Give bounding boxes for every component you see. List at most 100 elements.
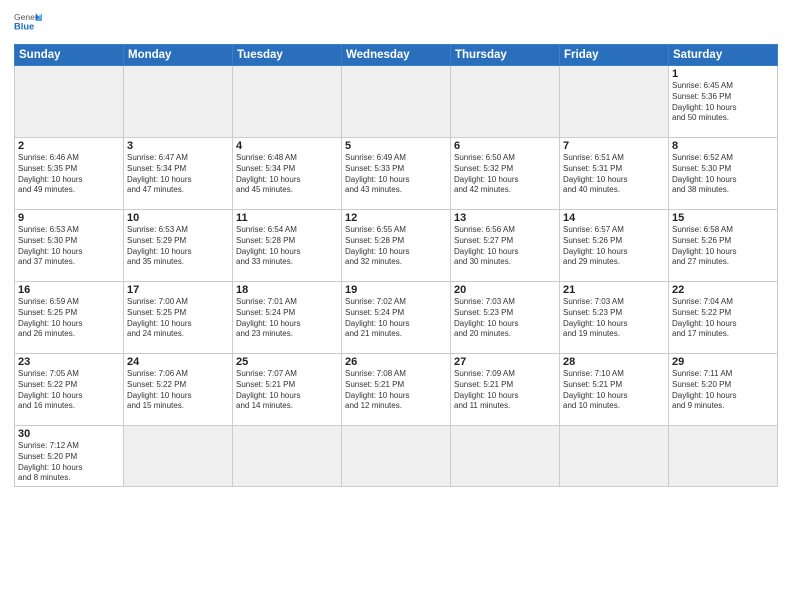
day-number: 15 [672,212,774,224]
calendar-day-cell [233,66,342,138]
calendar-week-row: 9Sunrise: 6:53 AMSunset: 5:30 PMDaylight… [15,210,778,282]
weekday-header-sunday: Sunday [15,45,124,66]
calendar-day-cell [669,426,778,487]
day-number: 6 [454,140,556,152]
day-info: Sunrise: 7:04 AMSunset: 5:22 PMDaylight:… [672,297,774,340]
calendar-week-row: 2Sunrise: 6:46 AMSunset: 5:35 PMDaylight… [15,138,778,210]
day-number: 2 [18,140,120,152]
day-number: 26 [345,356,447,368]
calendar-day-cell: 4Sunrise: 6:48 AMSunset: 5:34 PMDaylight… [233,138,342,210]
day-info: Sunrise: 6:50 AMSunset: 5:32 PMDaylight:… [454,153,556,196]
calendar-table: SundayMondayTuesdayWednesdayThursdayFrid… [14,44,778,487]
calendar-day-cell: 12Sunrise: 6:55 AMSunset: 5:28 PMDayligh… [342,210,451,282]
day-info: Sunrise: 6:51 AMSunset: 5:31 PMDaylight:… [563,153,665,196]
calendar-day-cell: 13Sunrise: 6:56 AMSunset: 5:27 PMDayligh… [451,210,560,282]
calendar-day-cell: 17Sunrise: 7:00 AMSunset: 5:25 PMDayligh… [124,282,233,354]
day-number: 12 [345,212,447,224]
calendar-day-cell: 20Sunrise: 7:03 AMSunset: 5:23 PMDayligh… [451,282,560,354]
calendar-day-cell: 3Sunrise: 6:47 AMSunset: 5:34 PMDaylight… [124,138,233,210]
calendar-day-cell [15,66,124,138]
day-number: 3 [127,140,229,152]
day-number: 27 [454,356,556,368]
day-number: 1 [672,68,774,80]
day-number: 7 [563,140,665,152]
svg-text:Blue: Blue [14,21,34,31]
day-info: Sunrise: 7:02 AMSunset: 5:24 PMDaylight:… [345,297,447,340]
day-info: Sunrise: 6:58 AMSunset: 5:26 PMDaylight:… [672,225,774,268]
calendar-day-cell: 15Sunrise: 6:58 AMSunset: 5:26 PMDayligh… [669,210,778,282]
day-number: 24 [127,356,229,368]
calendar-day-cell: 10Sunrise: 6:53 AMSunset: 5:29 PMDayligh… [124,210,233,282]
day-number: 4 [236,140,338,152]
day-info: Sunrise: 7:11 AMSunset: 5:20 PMDaylight:… [672,369,774,412]
calendar-day-cell: 27Sunrise: 7:09 AMSunset: 5:21 PMDayligh… [451,354,560,426]
weekday-header-monday: Monday [124,45,233,66]
day-number: 18 [236,284,338,296]
day-number: 30 [18,428,120,440]
calendar-week-row: 23Sunrise: 7:05 AMSunset: 5:22 PMDayligh… [15,354,778,426]
calendar-day-cell: 7Sunrise: 6:51 AMSunset: 5:31 PMDaylight… [560,138,669,210]
calendar-day-cell: 26Sunrise: 7:08 AMSunset: 5:21 PMDayligh… [342,354,451,426]
day-info: Sunrise: 7:00 AMSunset: 5:25 PMDaylight:… [127,297,229,340]
day-number: 13 [454,212,556,224]
day-number: 17 [127,284,229,296]
day-info: Sunrise: 7:03 AMSunset: 5:23 PMDaylight:… [563,297,665,340]
day-info: Sunrise: 6:59 AMSunset: 5:25 PMDaylight:… [18,297,120,340]
calendar-day-cell: 30Sunrise: 7:12 AMSunset: 5:20 PMDayligh… [15,426,124,487]
calendar-week-row: 1Sunrise: 6:45 AMSunset: 5:36 PMDaylight… [15,66,778,138]
logo-icon: General Blue [14,10,42,38]
weekday-header-wednesday: Wednesday [342,45,451,66]
day-info: Sunrise: 7:06 AMSunset: 5:22 PMDaylight:… [127,369,229,412]
day-number: 14 [563,212,665,224]
calendar-day-cell: 6Sunrise: 6:50 AMSunset: 5:32 PMDaylight… [451,138,560,210]
day-number: 16 [18,284,120,296]
day-number: 23 [18,356,120,368]
calendar-day-cell [342,66,451,138]
day-info: Sunrise: 7:01 AMSunset: 5:24 PMDaylight:… [236,297,338,340]
day-info: Sunrise: 6:45 AMSunset: 5:36 PMDaylight:… [672,81,774,124]
day-info: Sunrise: 6:56 AMSunset: 5:27 PMDaylight:… [454,225,556,268]
header: General Blue [14,10,778,38]
calendar-day-cell: 29Sunrise: 7:11 AMSunset: 5:20 PMDayligh… [669,354,778,426]
calendar-week-row: 16Sunrise: 6:59 AMSunset: 5:25 PMDayligh… [15,282,778,354]
day-number: 19 [345,284,447,296]
calendar-day-cell: 21Sunrise: 7:03 AMSunset: 5:23 PMDayligh… [560,282,669,354]
day-info: Sunrise: 6:54 AMSunset: 5:28 PMDaylight:… [236,225,338,268]
day-info: Sunrise: 6:49 AMSunset: 5:33 PMDaylight:… [345,153,447,196]
calendar-day-cell [451,66,560,138]
logo: General Blue [14,10,42,38]
day-number: 25 [236,356,338,368]
calendar-day-cell: 23Sunrise: 7:05 AMSunset: 5:22 PMDayligh… [15,354,124,426]
day-info: Sunrise: 6:53 AMSunset: 5:29 PMDaylight:… [127,225,229,268]
day-info: Sunrise: 6:57 AMSunset: 5:26 PMDaylight:… [563,225,665,268]
day-number: 22 [672,284,774,296]
day-info: Sunrise: 6:52 AMSunset: 5:30 PMDaylight:… [672,153,774,196]
day-info: Sunrise: 6:53 AMSunset: 5:30 PMDaylight:… [18,225,120,268]
day-number: 20 [454,284,556,296]
weekday-header-friday: Friday [560,45,669,66]
day-info: Sunrise: 6:48 AMSunset: 5:34 PMDaylight:… [236,153,338,196]
day-number: 8 [672,140,774,152]
day-number: 21 [563,284,665,296]
calendar-day-cell: 25Sunrise: 7:07 AMSunset: 5:21 PMDayligh… [233,354,342,426]
calendar-day-cell: 24Sunrise: 7:06 AMSunset: 5:22 PMDayligh… [124,354,233,426]
calendar-day-cell: 19Sunrise: 7:02 AMSunset: 5:24 PMDayligh… [342,282,451,354]
calendar-day-cell: 14Sunrise: 6:57 AMSunset: 5:26 PMDayligh… [560,210,669,282]
day-info: Sunrise: 7:09 AMSunset: 5:21 PMDaylight:… [454,369,556,412]
day-info: Sunrise: 7:03 AMSunset: 5:23 PMDaylight:… [454,297,556,340]
day-number: 5 [345,140,447,152]
calendar-day-cell [342,426,451,487]
calendar-day-cell: 11Sunrise: 6:54 AMSunset: 5:28 PMDayligh… [233,210,342,282]
calendar-day-cell: 8Sunrise: 6:52 AMSunset: 5:30 PMDaylight… [669,138,778,210]
calendar-day-cell: 18Sunrise: 7:01 AMSunset: 5:24 PMDayligh… [233,282,342,354]
day-info: Sunrise: 7:05 AMSunset: 5:22 PMDaylight:… [18,369,120,412]
weekday-header-saturday: Saturday [669,45,778,66]
calendar-day-cell: 9Sunrise: 6:53 AMSunset: 5:30 PMDaylight… [15,210,124,282]
day-number: 28 [563,356,665,368]
day-info: Sunrise: 6:47 AMSunset: 5:34 PMDaylight:… [127,153,229,196]
day-info: Sunrise: 7:07 AMSunset: 5:21 PMDaylight:… [236,369,338,412]
calendar-day-cell [233,426,342,487]
day-number: 10 [127,212,229,224]
calendar-day-cell: 16Sunrise: 6:59 AMSunset: 5:25 PMDayligh… [15,282,124,354]
calendar-day-cell [451,426,560,487]
